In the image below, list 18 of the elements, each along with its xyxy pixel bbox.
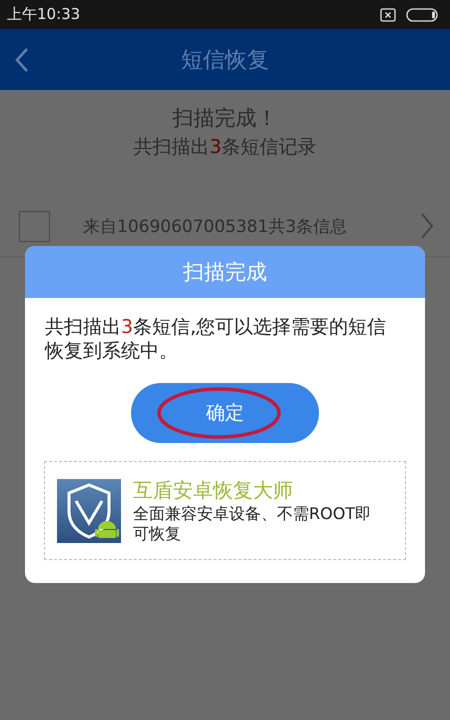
screen-title: 短信恢复 — [181, 46, 269, 74]
promo-description: 全面兼容安卓设备、不需ROOT即可恢复 — [133, 504, 372, 544]
scan-count-text: 共扫描出 3条短信记录 — [133, 135, 317, 160]
message-group-label: 来自10690607005381共3条信息 — [83, 216, 348, 238]
dialog-title: 扫描完成 — [25, 246, 425, 298]
promo-card[interactable]: 互盾安卓恢复大师 全面兼容安卓设备、不需ROOT即可恢复 — [44, 461, 406, 560]
back-icon[interactable] — [14, 47, 30, 73]
promo-title: 互盾安卓恢复大师 — [133, 477, 294, 504]
dialog-message: 共扫描出 3条短信,您可以选择需要的短信恢复到系统中。 — [45, 315, 388, 363]
checkbox[interactable] — [19, 210, 50, 242]
scan-status-title: 扫描完成！ — [172, 105, 278, 132]
no-sim-icon — [380, 8, 396, 22]
clock-time: 上午10:33 — [7, 5, 80, 24]
chevron-right-icon — [420, 213, 434, 239]
shield-app-icon — [57, 478, 121, 542]
battery-icon — [406, 8, 440, 22]
message-group-row[interactable]: 来自10690607005381共3条信息 — [0, 196, 450, 256]
confirm-button[interactable]: 确定 — [131, 383, 319, 443]
